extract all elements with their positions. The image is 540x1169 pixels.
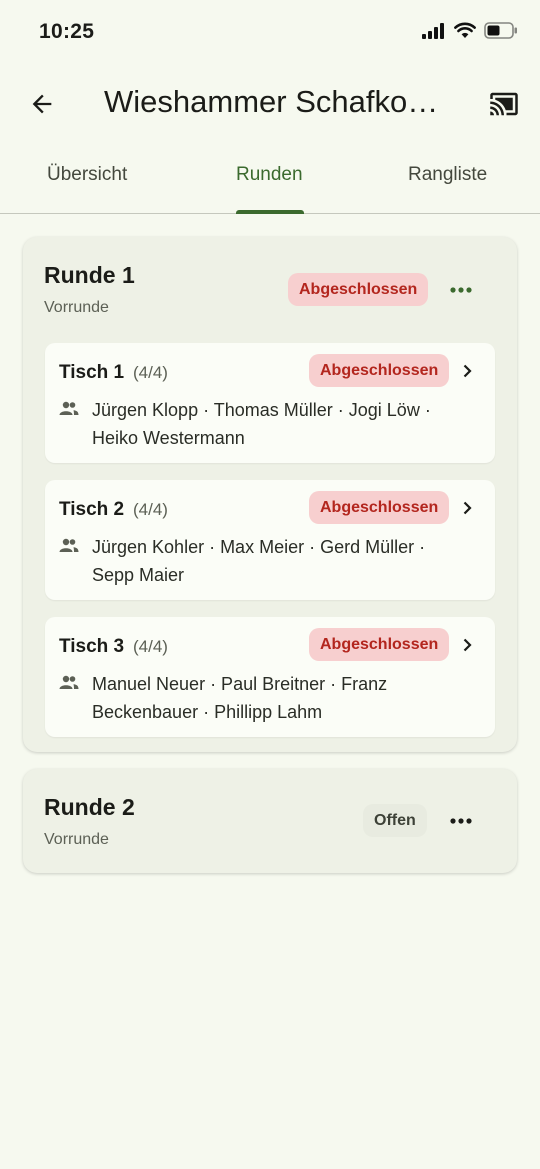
chevron-right-icon[interactable] <box>453 494 481 522</box>
battery-icon <box>484 22 517 39</box>
cast-icon <box>490 92 518 116</box>
table-count: (4/4) <box>133 363 168 382</box>
players-list: Jürgen Kohler · Max Meier · Gerd Müller … <box>92 537 426 585</box>
chevron-right-icon[interactable] <box>453 631 481 659</box>
status-icons <box>422 22 518 39</box>
status-badge: Offen <box>363 804 427 837</box>
cellular-signal-icon <box>422 22 444 39</box>
round-card-1[interactable]: Runde 1 Vorrunde Abgeschlossen Tisch 1 (… <box>23 237 517 752</box>
table-title: Tisch 1 <box>59 362 125 383</box>
players-list: Manuel Neuer · Paul Breitner · Franz Bec… <box>92 674 388 722</box>
back-arrow-icon <box>32 94 52 114</box>
status-badge: Abgeschlossen <box>309 628 450 661</box>
tab-rangliste[interactable]: Rangliste <box>408 164 487 186</box>
wifi-icon <box>454 22 476 38</box>
people-icon <box>59 401 79 415</box>
round-subtitle: Vorrunde <box>44 831 109 848</box>
app-bar: Wieshammer Schafko… <box>0 64 540 144</box>
people-icon <box>59 538 79 552</box>
table-card-1[interactable]: Tisch 1 (4/4) Abgeschlossen Jürgen Klopp… <box>45 343 495 463</box>
status-badge: Abgeschlossen <box>309 354 450 387</box>
active-tab-indicator <box>236 210 304 214</box>
page-title: Wieshammer Schafko… <box>104 84 439 119</box>
tab-runden[interactable]: Runden <box>236 164 303 186</box>
table-card-2[interactable]: Tisch 2 (4/4) Abgeschlossen Jürgen Kohle… <box>45 480 495 600</box>
table-card-3[interactable]: Tisch 3 (4/4) Abgeschlossen Manuel Neuer… <box>45 617 495 737</box>
chevron-right-icon[interactable] <box>453 357 481 385</box>
more-options-button[interactable] <box>441 801 481 841</box>
cast-button[interactable] <box>482 82 526 126</box>
players-list: Jürgen Klopp · Thomas Müller · Jogi Löw … <box>92 400 431 448</box>
more-horizontal-icon <box>450 818 472 824</box>
status-badge: Abgeschlossen <box>309 491 450 524</box>
table-count: (4/4) <box>133 637 168 656</box>
round-subtitle: Vorrunde <box>44 299 109 316</box>
status-badge: Abgeschlossen <box>288 273 429 306</box>
round-title: Runde 2 <box>44 794 135 820</box>
more-options-button[interactable] <box>441 270 481 310</box>
status-time: 10:25 <box>39 20 95 43</box>
tab-bar: Übersicht Runden Rangliste <box>0 150 540 214</box>
table-title: Tisch 2 <box>59 499 125 520</box>
back-button[interactable] <box>20 82 64 126</box>
round-title: Runde 1 <box>44 262 135 288</box>
tab-uebersicht[interactable]: Übersicht <box>47 164 127 186</box>
table-count: (4/4) <box>133 500 168 519</box>
people-icon <box>59 675 79 689</box>
round-card-2[interactable]: Runde 2 Vorrunde Offen <box>23 769 517 873</box>
status-bar: 10:25 <box>0 0 540 64</box>
table-title: Tisch 3 <box>59 636 125 657</box>
more-horizontal-icon <box>450 287 472 293</box>
